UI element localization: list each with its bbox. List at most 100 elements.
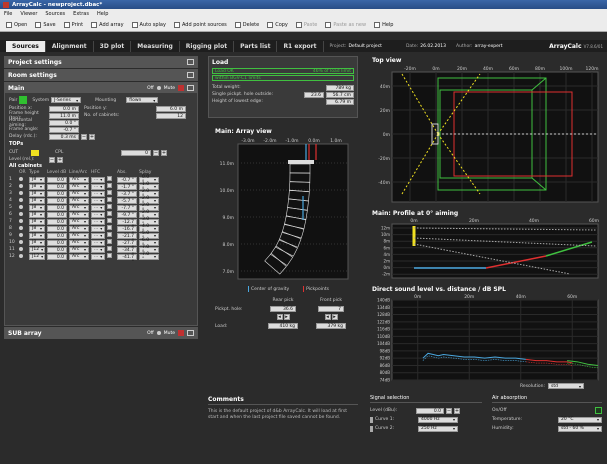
cabinet-or-toggle[interactable] — [19, 232, 23, 237]
cabinet-type-select[interactable]: J8 — [29, 197, 45, 204]
cabinet-hfc-select[interactable]: ... — [91, 183, 105, 190]
cabinet-link-icon[interactable] — [107, 239, 112, 244]
cabinet-linearc-select[interactable]: Arc — [69, 218, 89, 225]
table-row[interactable]: 10J80.0Arc...-27.7 °6.0 ° — [9, 238, 193, 251]
delete-button[interactable]: Delete — [232, 20, 262, 30]
cabinet-type-select[interactable]: J8 — [29, 218, 45, 225]
paste-as-new-button[interactable]: Paste as new — [322, 20, 369, 30]
cabinet-hfc-select[interactable]: ... — [91, 218, 105, 225]
cabinet-or-toggle[interactable] — [19, 218, 23, 223]
mute-toggle[interactable] — [178, 85, 184, 91]
cabinet-or-toggle[interactable] — [19, 211, 23, 216]
add-array-button[interactable]: Add array — [88, 20, 126, 30]
table-row[interactable]: 4J80.0Arc...-5.7 °2.0 ° — [9, 196, 193, 206]
rear-hole-input[interactable]: 36.6 — [270, 306, 296, 312]
tab-parts-list[interactable]: Parts list — [234, 40, 278, 52]
off-toggle[interactable] — [156, 86, 161, 90]
front-hole-input[interactable]: 7 — [318, 306, 344, 312]
cabinet-level-input[interactable]: 0.0 — [47, 246, 67, 253]
cabinet-level-input[interactable]: 0.0 — [47, 183, 67, 190]
cabinet-linearc-select[interactable]: Arc — [69, 190, 89, 197]
cabinet-or-toggle[interactable] — [19, 197, 23, 202]
table-row[interactable]: 11J120.0Arc...-34.7 °7.0 ° — [9, 245, 193, 258]
project-settings-panel[interactable]: Project settings — [4, 56, 198, 68]
cabinet-link-icon[interactable] — [107, 190, 112, 195]
front-hole-left-button[interactable]: ◂ — [324, 314, 331, 320]
delay-increment-button[interactable]: + — [89, 133, 95, 140]
cut-swatch[interactable] — [31, 149, 39, 156]
delay-decrement-button[interactable]: − — [81, 133, 87, 140]
table-row[interactable]: 3J80.0Arc...-3.7 °2.0 ° — [9, 189, 193, 199]
menu-sources[interactable]: Sources — [45, 11, 65, 17]
cabinet-level-input[interactable]: 0.0 — [47, 218, 67, 225]
cabinet-link-icon[interactable] — [107, 211, 112, 216]
cabinet-linearc-select[interactable]: Arc — [69, 232, 89, 239]
cabinet-level-input[interactable]: 0.0 — [47, 176, 67, 183]
cabinet-type-select[interactable]: J8 — [29, 232, 45, 239]
cabinet-linearc-select[interactable]: Arc — [69, 183, 89, 190]
cabinet-linearc-select[interactable]: Arc — [69, 253, 89, 260]
table-row[interactable]: 7J80.0Arc...-12.7 °3.0 ° — [9, 217, 193, 230]
sub-off-toggle[interactable] — [156, 331, 161, 335]
cabinet-link-icon[interactable] — [107, 253, 112, 258]
signal-level-decrement-button[interactable]: − — [446, 407, 452, 414]
cabinet-level-input[interactable]: 0.0 — [47, 239, 67, 246]
tab-sources[interactable]: Sources — [6, 40, 46, 52]
array-view-chart[interactable]: -3.0m -2.0m -1.0m 0.0m 1.0m 11.0m 10.0m 9.0m 8.… — [210, 136, 360, 286]
cabinet-level-input[interactable]: 0.0 — [47, 197, 67, 204]
curve2-select[interactable]: 250 Hz — [418, 425, 458, 432]
level-decrement-button[interactable]: − — [49, 156, 55, 163]
cabinet-type-select[interactable]: J8 — [29, 204, 45, 211]
cabinet-type-select[interactable]: J12 — [29, 246, 45, 253]
cabinet-type-select[interactable]: J8 — [29, 190, 45, 197]
table-row[interactable]: 6J80.0Arc...-9.7 °2.0 ° — [9, 210, 193, 220]
open-button[interactable]: Open — [3, 20, 30, 30]
cabinet-hfc-select[interactable]: ... — [91, 239, 105, 246]
cabinet-type-select[interactable]: J8 — [29, 176, 45, 183]
cabinet-hfc-select[interactable]: ... — [91, 232, 105, 239]
mounting-select[interactable]: flown — [126, 97, 159, 103]
level-increment-button[interactable]: + — [57, 156, 63, 163]
cabinet-hfc-select[interactable]: ... — [91, 190, 105, 197]
rear-hole-right-button[interactable]: ▸ — [283, 314, 290, 320]
cabinet-level-input[interactable]: 0.0 — [47, 253, 67, 260]
frame-angle-input[interactable]: -0.7 ° — [49, 126, 79, 133]
tab-rigging-plot[interactable]: Rigging plot — [180, 40, 235, 52]
cabinet-link-icon[interactable] — [107, 232, 112, 237]
cabinet-or-toggle[interactable] — [19, 190, 23, 195]
resolution-select[interactable]: std — [548, 383, 585, 389]
cabinet-level-input[interactable]: 0.0 — [47, 190, 67, 197]
cabinet-type-select[interactable]: J8 — [29, 225, 45, 232]
front-hole-right-button[interactable]: ▸ — [331, 314, 338, 320]
frame-height-input[interactable]: 11.0 m — [49, 112, 79, 119]
cabinet-linearc-select[interactable]: Arc — [69, 197, 89, 204]
sub-mute-toggle[interactable] — [178, 330, 184, 336]
tab-r1-export[interactable]: R1 export — [277, 40, 324, 52]
auto-splay-button[interactable]: Auto splay — [129, 20, 169, 30]
cabinet-hfc-select[interactable]: ... — [91, 197, 105, 204]
cabinet-level-input[interactable]: 0.0 — [47, 211, 67, 218]
curve1-select[interactable]: 4000 Hz — [418, 416, 458, 423]
add-point-sources-button[interactable]: Add point sources — [171, 20, 230, 30]
copy-button[interactable]: Copy — [264, 20, 291, 30]
tab-measuring[interactable]: Measuring — [131, 40, 180, 52]
humidity-select[interactable]: std - 60 % — [558, 425, 602, 432]
air-absorption-checkbox[interactable] — [595, 407, 602, 414]
cabinet-linearc-select[interactable]: Arc — [69, 211, 89, 218]
cabinet-or-toggle[interactable] — [19, 183, 23, 188]
menu-help[interactable]: Help — [97, 11, 108, 17]
temperature-select[interactable]: 20 °C — [558, 416, 602, 423]
cabinet-linearc-select[interactable]: Arc — [69, 204, 89, 211]
cpl-input[interactable]: 0 — [121, 149, 151, 156]
tab-3d-plot[interactable]: 3D plot — [94, 40, 132, 52]
cabinet-hfc-select[interactable]: ... — [91, 246, 105, 253]
menu-extras[interactable]: Extras — [73, 11, 89, 17]
table-row[interactable]: 12 J120.0Arc... -41.7 °7.0 ° — [9, 252, 193, 265]
cabinet-hfc-select[interactable]: ... — [91, 204, 105, 211]
cabinet-link-icon[interactable] — [107, 218, 112, 223]
cabinet-or-toggle[interactable] — [19, 239, 23, 244]
system-select[interactable]: J-Series — [51, 97, 82, 103]
table-row[interactable]: 8J80.0Arc...-16.7 °4.0 ° — [9, 224, 193, 237]
collapse-icon[interactable] — [187, 85, 194, 91]
horizontal-aiming-input[interactable]: 0.0 ° — [49, 119, 79, 126]
